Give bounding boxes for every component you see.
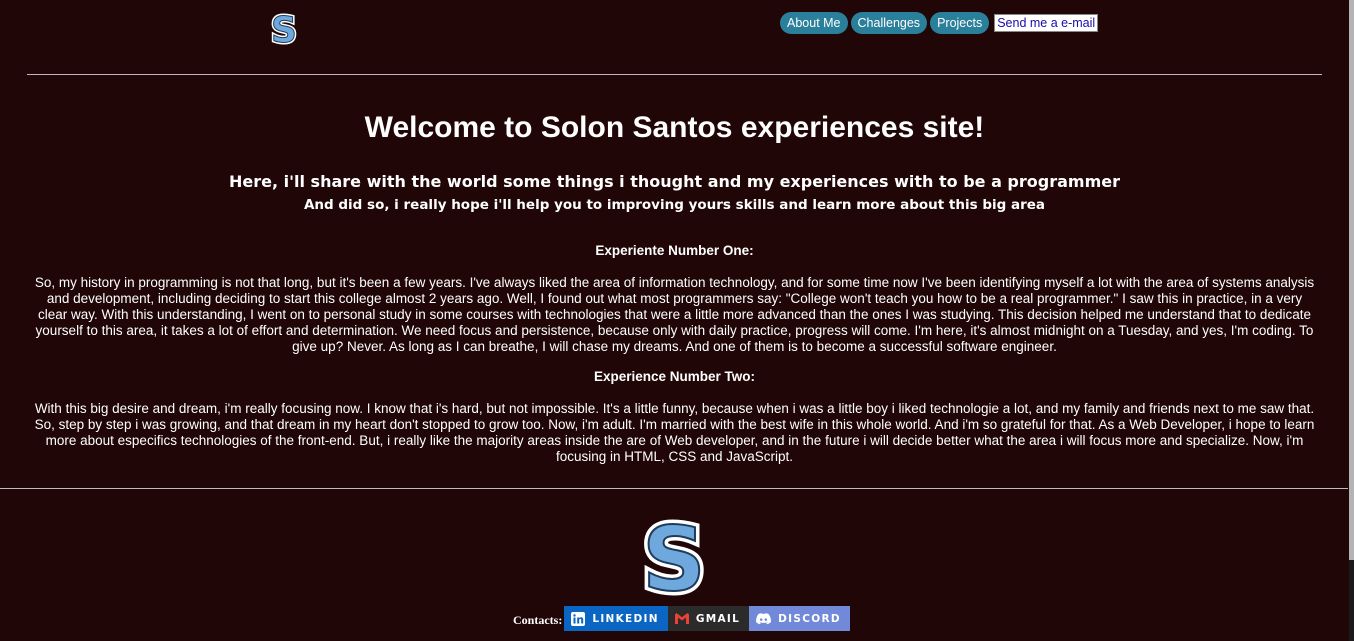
gmail-icon xyxy=(674,613,689,624)
main-content: Welcome to Solon Santos experiences site… xyxy=(27,100,1322,465)
discord-label: DISCORD xyxy=(778,612,841,625)
send-email-link[interactable]: Send me a e-mail xyxy=(994,14,1099,32)
linkedin-label: LINKEDIN xyxy=(592,612,659,625)
scrollbar-thumb[interactable] xyxy=(1349,0,1354,560)
page-subtitle-secondary: And did so, i really hope i'll help you … xyxy=(303,197,1046,213)
s-letter-logo-icon: S S xyxy=(638,518,710,600)
bottom-divider xyxy=(0,488,1348,489)
s-letter-logo-icon[interactable]: S S xyxy=(268,12,300,48)
discord-button[interactable]: DISCORD xyxy=(749,606,850,631)
experience-two-text: With this big desire and dream, i'm real… xyxy=(34,401,1315,464)
page: S S About Me Challenges Projects Send me… xyxy=(0,0,1354,641)
main-nav: About Me Challenges Projects Send me a e… xyxy=(780,12,1099,34)
contacts-bar: Contacts: LINKEDIN GMAIL DISCORD xyxy=(513,606,850,631)
discord-icon xyxy=(756,612,772,624)
experience-one-text: So, my history in programming is not tha… xyxy=(34,275,1315,354)
linkedin-icon xyxy=(571,611,586,626)
experience-one-title: Experiente Number One: xyxy=(595,243,754,258)
gmail-button[interactable]: GMAIL xyxy=(667,606,750,631)
top-divider xyxy=(27,74,1322,75)
svg-text:S: S xyxy=(271,12,297,48)
page-title: Welcome to Solon Santos experiences site… xyxy=(364,111,985,144)
gmail-label: GMAIL xyxy=(695,612,741,625)
page-subtitle: Here, i'll share with the world some thi… xyxy=(229,172,1120,191)
nav-about-me-button[interactable]: About Me xyxy=(780,12,848,34)
vertical-scrollbar[interactable] xyxy=(1349,0,1354,641)
nav-challenges-button[interactable]: Challenges xyxy=(850,12,928,34)
linkedin-button[interactable]: LINKEDIN xyxy=(564,606,668,631)
contacts-label: Contacts: xyxy=(513,613,563,627)
experience-two-title: Experience Number Two: xyxy=(593,369,756,384)
nav-projects-button[interactable]: Projects xyxy=(930,12,990,34)
svg-text:S: S xyxy=(642,518,705,600)
